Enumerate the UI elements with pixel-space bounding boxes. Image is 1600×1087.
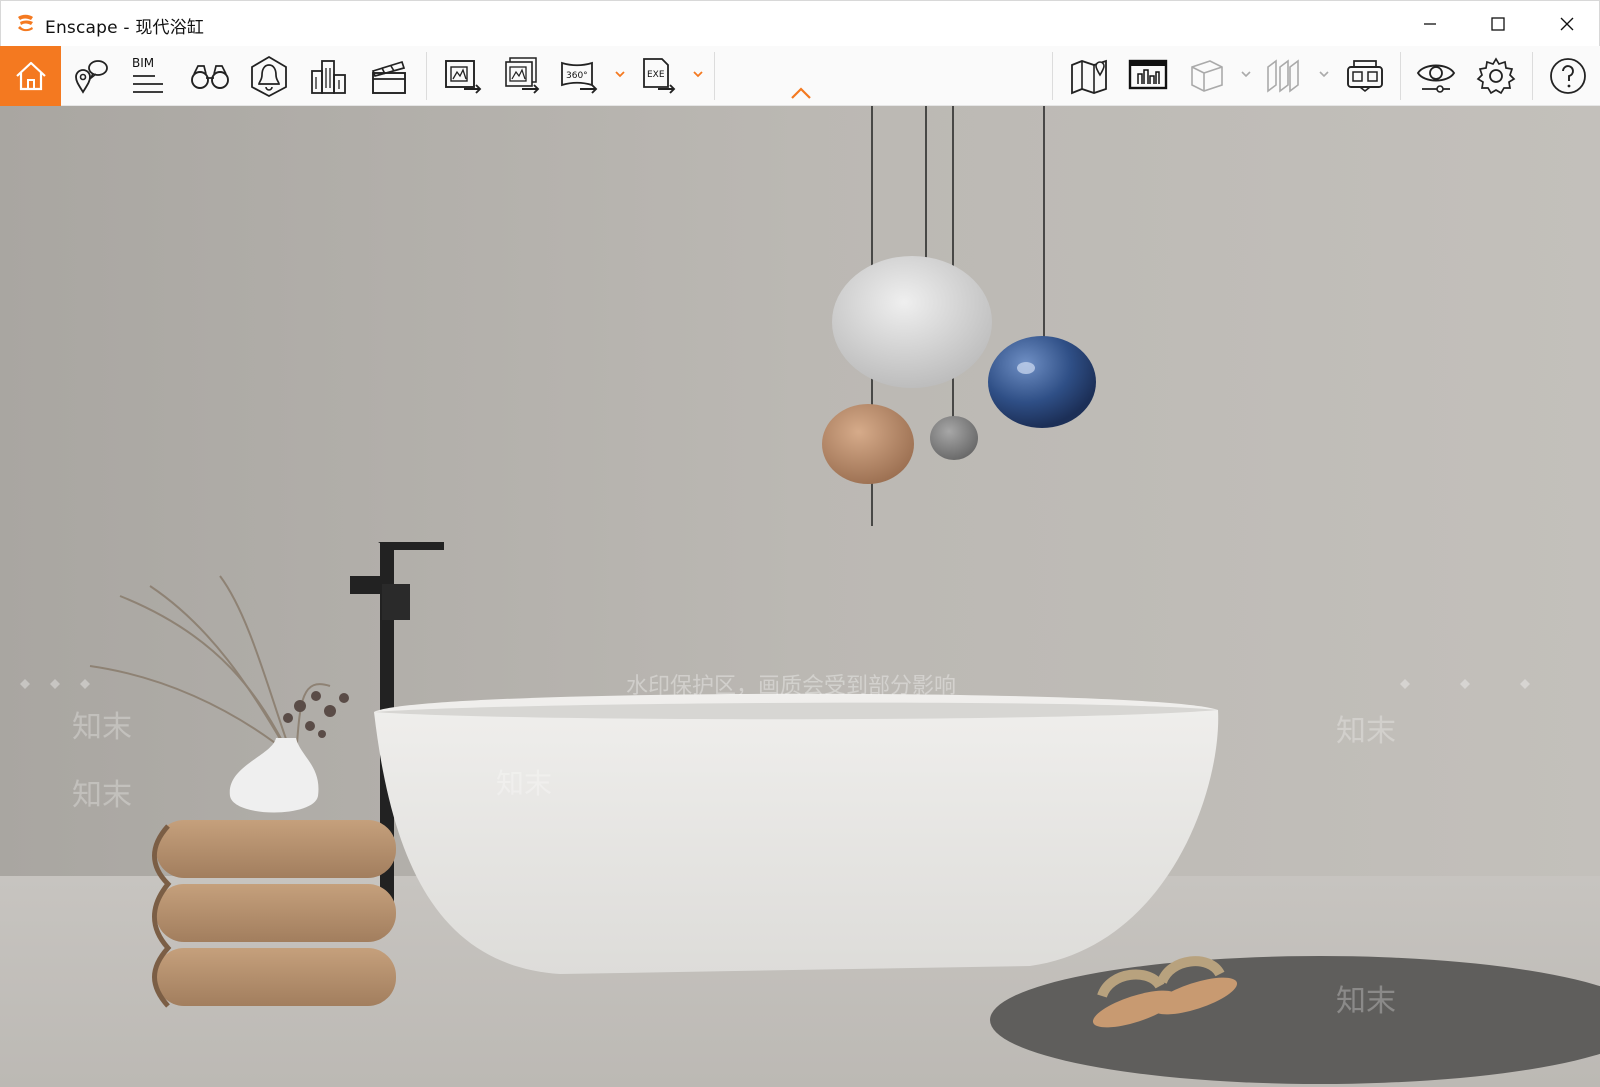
gear-icon bbox=[1476, 57, 1516, 95]
svg-text:BIM: BIM bbox=[132, 56, 154, 70]
section-box-button[interactable] bbox=[1184, 46, 1230, 106]
title-bar: Enscape - 现代浴缸 bbox=[0, 0, 1600, 46]
clapperboard-icon bbox=[371, 60, 406, 94]
settings-button[interactable] bbox=[1472, 46, 1520, 106]
web-standalone-button[interactable] bbox=[1124, 46, 1172, 106]
enscape-logo-icon bbox=[18, 14, 33, 32]
toolbar-separator bbox=[1532, 52, 1533, 100]
exe-export-icon: EXE bbox=[643, 58, 676, 94]
minimize-button[interactable] bbox=[1396, 1, 1464, 47]
eye-icon bbox=[1416, 64, 1456, 93]
watermark-banner: 水印保护区，画质会受到部分影响 bbox=[626, 674, 957, 699]
maximize-icon bbox=[1491, 17, 1505, 31]
image-export-icon bbox=[445, 60, 482, 94]
cube-icon bbox=[1191, 60, 1223, 92]
close-icon bbox=[1560, 17, 1574, 31]
assets-button[interactable] bbox=[306, 46, 352, 106]
minimize-icon bbox=[1424, 23, 1436, 25]
bathroom-render-image bbox=[0, 106, 1600, 1087]
batch-render-button[interactable] bbox=[498, 46, 546, 106]
light-icon bbox=[251, 55, 287, 98]
watermark-tile: 知末 bbox=[496, 767, 553, 800]
bim-icon: BIM bbox=[132, 56, 163, 93]
map-icon bbox=[1071, 59, 1107, 95]
vr-headset-icon bbox=[1347, 60, 1383, 93]
map-button[interactable] bbox=[1066, 46, 1112, 106]
batch-image-export-icon bbox=[505, 57, 540, 94]
watermark-tile: 知末 bbox=[72, 778, 132, 813]
bim-button[interactable]: BIM bbox=[126, 46, 170, 106]
buildings-icon bbox=[311, 60, 346, 94]
video-editor-button[interactable] bbox=[366, 46, 412, 106]
atmosphere-button[interactable] bbox=[246, 46, 292, 106]
vr-headset-button[interactable] bbox=[1340, 46, 1390, 106]
binoculars-icon bbox=[191, 65, 229, 89]
toolbar-separator bbox=[1400, 52, 1401, 100]
window-title: Enscape - 现代浴缸 bbox=[45, 18, 205, 38]
watermark-tile: 知末 bbox=[1336, 714, 1396, 749]
panorama-dropdown-chevron-icon[interactable] bbox=[614, 68, 626, 80]
toolbar-separator bbox=[426, 52, 427, 100]
views-button[interactable] bbox=[186, 46, 234, 106]
close-button[interactable] bbox=[1533, 1, 1600, 47]
svg-text:EXE: EXE bbox=[647, 70, 665, 80]
exe-dropdown-chevron-icon[interactable] bbox=[692, 68, 704, 80]
svg-text:360°: 360° bbox=[566, 71, 588, 81]
monitor-icon bbox=[1128, 59, 1168, 90]
toolbar-separator bbox=[1052, 52, 1053, 100]
exe-export-button[interactable]: EXE bbox=[636, 46, 682, 106]
orthographic-dropdown-chevron-icon[interactable] bbox=[1318, 68, 1330, 80]
visual-settings-button[interactable] bbox=[1412, 46, 1460, 106]
maximize-button[interactable] bbox=[1464, 1, 1532, 47]
orthographic-button[interactable] bbox=[1262, 46, 1308, 106]
help-icon bbox=[1550, 58, 1586, 94]
toolbar-separator bbox=[714, 52, 715, 100]
screenshot-button[interactable] bbox=[440, 46, 488, 106]
collapse-toolbar-chevron-up-icon[interactable] bbox=[790, 86, 812, 100]
watermark-tile: 知末 bbox=[72, 710, 132, 745]
watermark-tile: 知末 bbox=[1336, 984, 1396, 1019]
map-pin-chat-icon bbox=[75, 60, 108, 94]
render-viewport[interactable]: 水印保护区，画质会受到部分影响 知末 知末 知末 知末 知末 bbox=[0, 106, 1600, 1087]
location-comments-button[interactable] bbox=[68, 46, 112, 106]
panorama-button[interactable]: 360° bbox=[556, 46, 604, 106]
orthographic-icon bbox=[1267, 59, 1299, 93]
home-icon bbox=[15, 61, 46, 91]
home-button[interactable] bbox=[0, 46, 61, 106]
section-dropdown-chevron-icon[interactable] bbox=[1240, 68, 1252, 80]
panorama-360-icon: 360° bbox=[561, 61, 598, 94]
help-button[interactable] bbox=[1544, 46, 1592, 106]
